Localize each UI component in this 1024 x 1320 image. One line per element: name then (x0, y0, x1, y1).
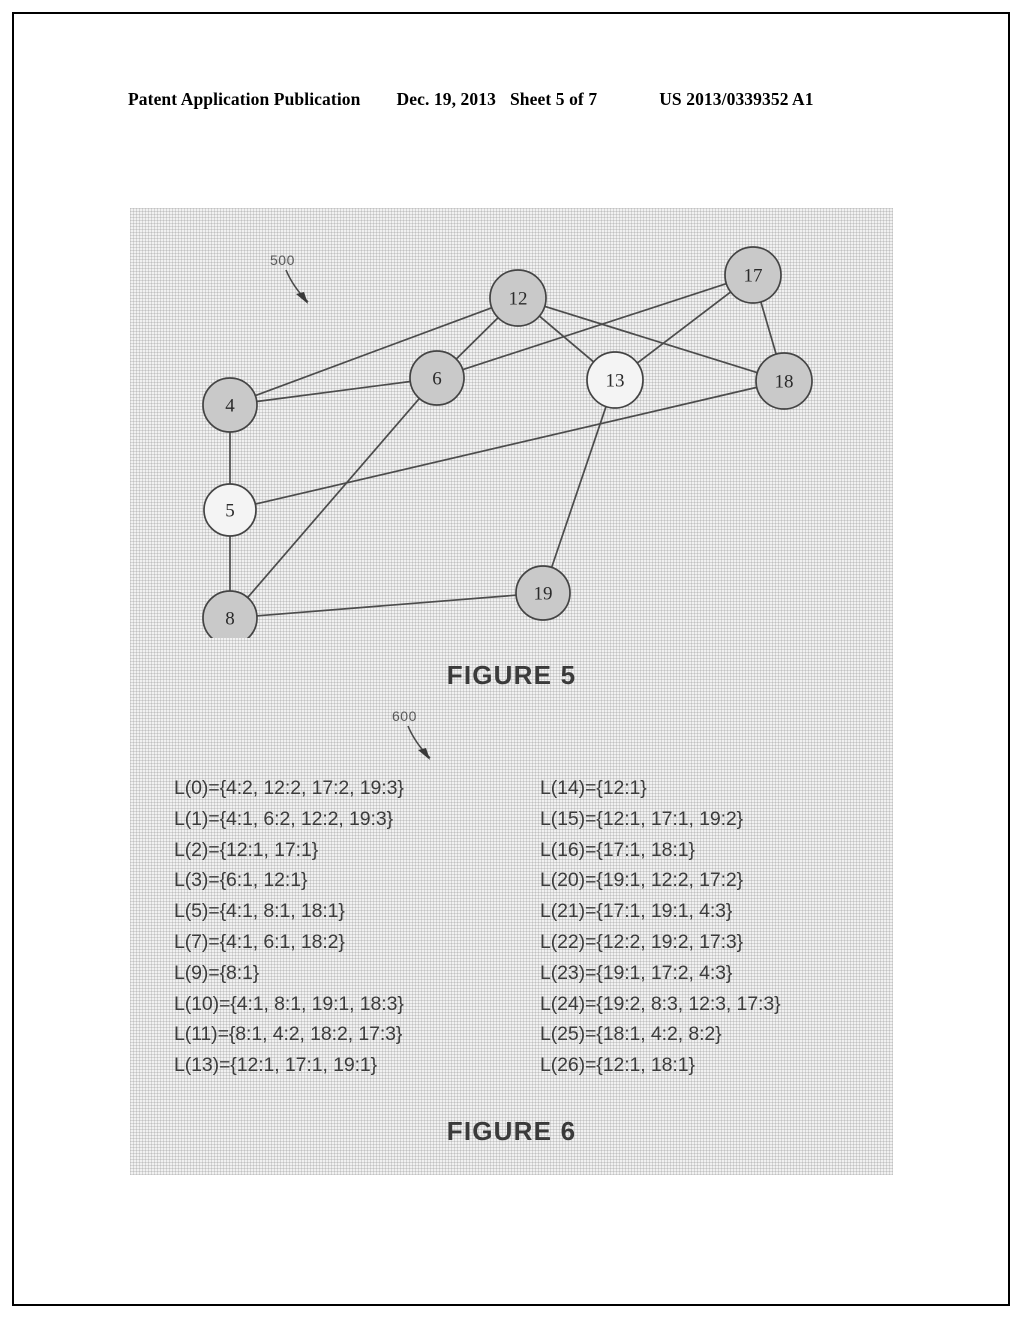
graph-diagram-svg: 4 5 6 8 12 13 17 18 19 (202, 246, 813, 638)
label-list-line: L(1)={4:1, 6:2, 12:2, 19:3} (174, 807, 394, 830)
label-list-line: L(24)={19:2, 8:3, 12:3, 17:3} (540, 992, 781, 1015)
figure-5-caption: FIGURE 5 (446, 660, 577, 690)
label-list-line: L(14)={12:1} (540, 777, 647, 799)
graph-node-8[interactable]: 8 (202, 590, 258, 638)
graph-node-6[interactable]: 6 (409, 350, 465, 406)
label-list-line: L(26)={12:1, 18:1} (540, 1054, 695, 1077)
header-sheet: Sheet 5 of 7 (509, 88, 598, 109)
graph-edge (538, 314, 595, 364)
label-list-line: L(22)={12:2, 19:2, 17:3} (540, 930, 744, 953)
label-list-line: L(15)={12:1, 17:1, 19:2} (540, 807, 744, 830)
graph-node-4[interactable]: 4 (202, 377, 258, 433)
reference-numeral-600: 600 (392, 708, 417, 724)
label-list-line: L(25)={18:1, 4:2, 8:2} (540, 1023, 722, 1046)
graph-node-17[interactable]: 17 (724, 246, 782, 304)
graph-edge (255, 380, 412, 403)
figure-6-label-lists: L(0)={4:2, 12:2, 17:2, 19:3} L(1)={4:1, 6… (174, 773, 874, 1081)
graph-edge (550, 405, 608, 569)
leader-arrow-600-icon (407, 725, 431, 760)
graph-edge (635, 290, 733, 365)
graph-edge (454, 316, 500, 361)
graph-edge (254, 386, 758, 506)
graph-node-19[interactable]: 19 (515, 565, 571, 621)
label-list-line: L(23)={19:1, 17:2, 4:3} (540, 961, 733, 984)
node-label: 17 (744, 266, 763, 287)
node-label: 12 (509, 289, 528, 310)
graph-edge (246, 397, 421, 599)
node-label: 8 (225, 609, 235, 630)
label-list-column-right: L(14)={12:1} L(15)={12:1, 17:1, 19:2} L(16… (540, 773, 870, 1081)
graph-edge (759, 300, 778, 356)
graph-node-18[interactable]: 18 (755, 352, 813, 410)
drawing-sheet-panel: 4 5 6 8 12 13 17 18 19 500 FIGURE 5 600 L(0)={4:… (130, 208, 893, 1175)
label-list-line: L(5)={4:1, 8:1, 18:1} (174, 900, 345, 923)
label-list-line: L(0)={4:2, 12:2, 17:2, 19:3} (174, 777, 404, 799)
node-label: 4 (225, 396, 235, 417)
label-list-line: L(20)={19:1, 12:2, 17:2} (540, 869, 744, 892)
header-date: Dec. 19, 2013 (396, 88, 496, 109)
label-list-line: L(9)={8:1} (174, 961, 260, 984)
graph-node-12[interactable]: 12 (489, 269, 547, 327)
node-label: 13 (606, 371, 625, 392)
label-list-line: L(7)={4:1, 6:1, 18:2} (174, 930, 345, 953)
label-list-column-left: L(0)={4:2, 12:2, 17:2, 19:3} L(1)={4:1, 6… (174, 773, 494, 1081)
label-list-line: L(11)={8:1, 4:2, 18:2, 17:3} (174, 1023, 403, 1046)
page-header: Patent Application Publication Dec. 19, … (128, 86, 898, 112)
label-list-line: L(13)={12:1, 17:1, 19:1} (174, 1054, 378, 1077)
leader-arrow-500-icon (285, 269, 309, 304)
header-publication: Patent Application Publication (128, 88, 361, 109)
label-list-line: L(2)={12:1, 17:1} (174, 838, 319, 861)
node-label: 6 (432, 369, 442, 390)
graph-edge (543, 305, 759, 374)
figure-5-graph: 4 5 6 8 12 13 17 18 19 (130, 208, 893, 638)
graph-node-13[interactable]: 13 (586, 351, 644, 409)
graph-edges (229, 282, 778, 617)
label-list-line: L(21)={17:1, 19:1, 4:3} (540, 900, 733, 923)
graph-edge (255, 594, 518, 617)
node-label: 19 (534, 584, 553, 605)
graph-node-5[interactable]: 5 (203, 483, 257, 537)
node-label: 18 (775, 372, 794, 393)
reference-numeral-500: 500 (270, 252, 295, 268)
label-list-line: L(16)={17:1, 18:1} (540, 838, 695, 861)
label-list-line: L(3)={6:1, 12:1} (174, 869, 308, 892)
figure-6-caption: FIGURE 6 (446, 1116, 577, 1146)
header-patent-number: US 2013/0339352 A1 (659, 88, 814, 109)
node-label: 5 (225, 501, 235, 522)
label-list-line: L(10)={4:1, 8:1, 19:1, 18:3} (174, 992, 404, 1015)
